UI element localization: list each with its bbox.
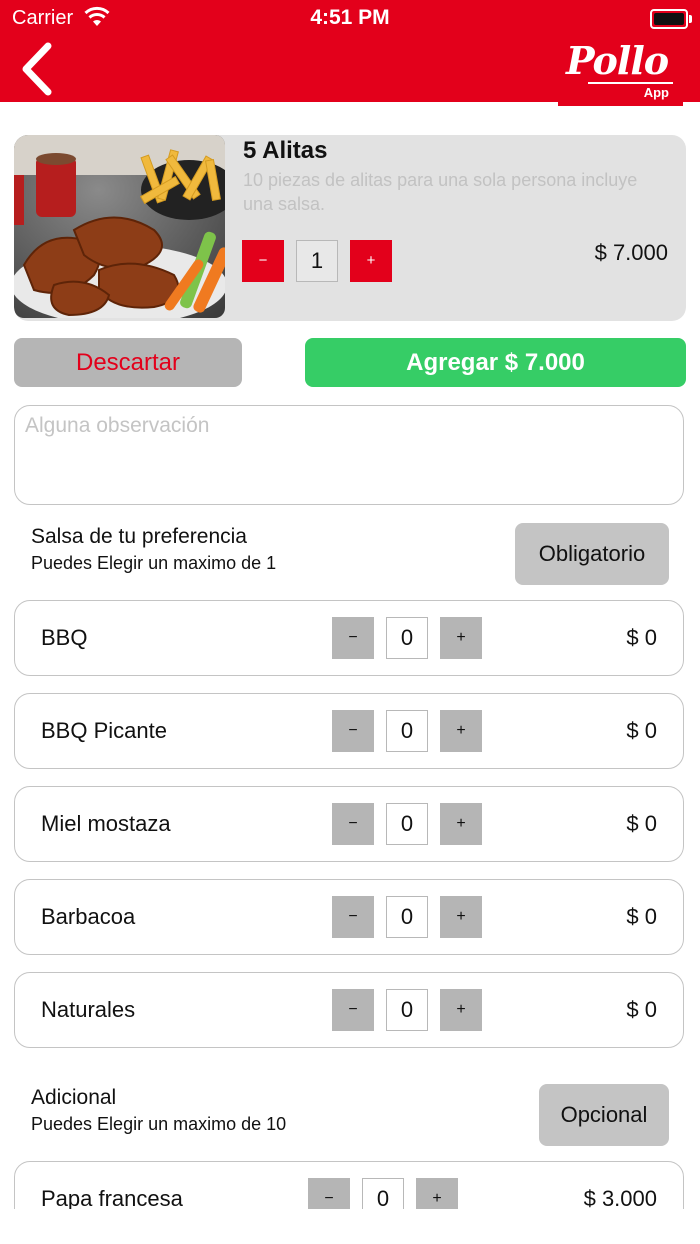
group-title: Adicional [31, 1086, 117, 1109]
option-row: Papa francesa − 0 + $ 3.000 [14, 1161, 684, 1209]
option-minus-button[interactable]: − [308, 1178, 350, 1209]
back-button[interactable] [14, 40, 62, 98]
observation-field-frame [14, 405, 684, 505]
option-name: BBQ Picante [41, 718, 167, 743]
group-subtitle: Puedes Elegir un maximo de 10 [31, 1114, 287, 1134]
option-qty-value: 0 [362, 1178, 404, 1209]
option-row: Barbacoa − 0 + $ 0 [14, 879, 684, 955]
option-name: Miel mostaza [41, 811, 171, 836]
option-plus-button[interactable]: + [440, 617, 482, 659]
option-minus-button[interactable]: − [332, 803, 374, 845]
option-qty-value: 0 [386, 989, 428, 1031]
option-minus-button[interactable]: − [332, 617, 374, 659]
product-qty-minus-button[interactable]: − [242, 240, 284, 282]
option-qty-value: 0 [386, 710, 428, 752]
option-plus-button[interactable]: + [440, 710, 482, 752]
chevron-left-icon [22, 42, 52, 96]
optional-badge: Opcional [539, 1084, 669, 1146]
option-qty-value: 0 [386, 896, 428, 938]
option-price: $ 0 [626, 997, 657, 1022]
option-qty-value: 0 [386, 617, 428, 659]
required-badge: Obligatorio [515, 523, 669, 585]
product-qty-plus-button[interactable]: + [350, 240, 392, 282]
option-row: Naturales − 0 + $ 0 [14, 972, 684, 1048]
product-description: 10 piezas de alitas para una sola person… [243, 170, 638, 214]
header-bar: Carrier 4:51 PM Pollo App [0, 0, 700, 106]
product-image [14, 135, 225, 318]
option-plus-button[interactable]: + [440, 803, 482, 845]
observation-input[interactable] [25, 414, 665, 494]
option-minus-button[interactable]: − [332, 896, 374, 938]
product-name: 5 Alitas [243, 137, 328, 164]
option-row: BBQ Picante − 0 + $ 0 [14, 693, 684, 769]
option-qty-value: 0 [386, 803, 428, 845]
add-to-order-button[interactable]: Agregar $ 7.000 [305, 338, 686, 387]
screen: Carrier 4:51 PM Pollo App 5 Alitas 10 pi… [0, 0, 700, 1209]
option-name: Barbacoa [41, 904, 136, 929]
pollo-app-logo: Pollo App [558, 36, 683, 106]
option-plus-button[interactable]: + [416, 1178, 458, 1209]
option-name: BBQ [41, 625, 88, 650]
battery-icon [650, 9, 692, 29]
clock: 4:51 PM [310, 6, 390, 29]
group-title: Salsa de tu preferencia [31, 525, 247, 548]
discard-button[interactable]: Descartar [14, 338, 242, 387]
product-qty-value: 1 [296, 240, 338, 282]
option-price: $ 0 [626, 625, 657, 650]
product-price: $ 7.000 [594, 240, 668, 265]
option-price: $ 0 [626, 904, 657, 929]
option-name: Papa francesa [41, 1186, 183, 1209]
option-minus-button[interactable]: − [332, 989, 374, 1031]
logo-app-label: App [643, 85, 669, 100]
logo-script: Pollo [566, 38, 669, 83]
group-subtitle: Puedes Elegir un maximo de 1 [31, 553, 277, 573]
status-bar: Carrier 4:51 PM [0, 0, 700, 36]
option-price: $ 0 [626, 718, 657, 743]
option-price: $ 3.000 [583, 1186, 657, 1209]
option-plus-button[interactable]: + [440, 989, 482, 1031]
product-card: 5 Alitas 10 piezas de alitas para una so… [14, 135, 686, 321]
option-minus-button[interactable]: − [332, 710, 374, 752]
option-plus-button[interactable]: + [440, 896, 482, 938]
option-price: $ 0 [626, 811, 657, 836]
option-name: Naturales [41, 997, 136, 1022]
option-row: Miel mostaza − 0 + $ 0 [14, 786, 684, 862]
option-row: BBQ − 0 + $ 0 [14, 600, 684, 676]
